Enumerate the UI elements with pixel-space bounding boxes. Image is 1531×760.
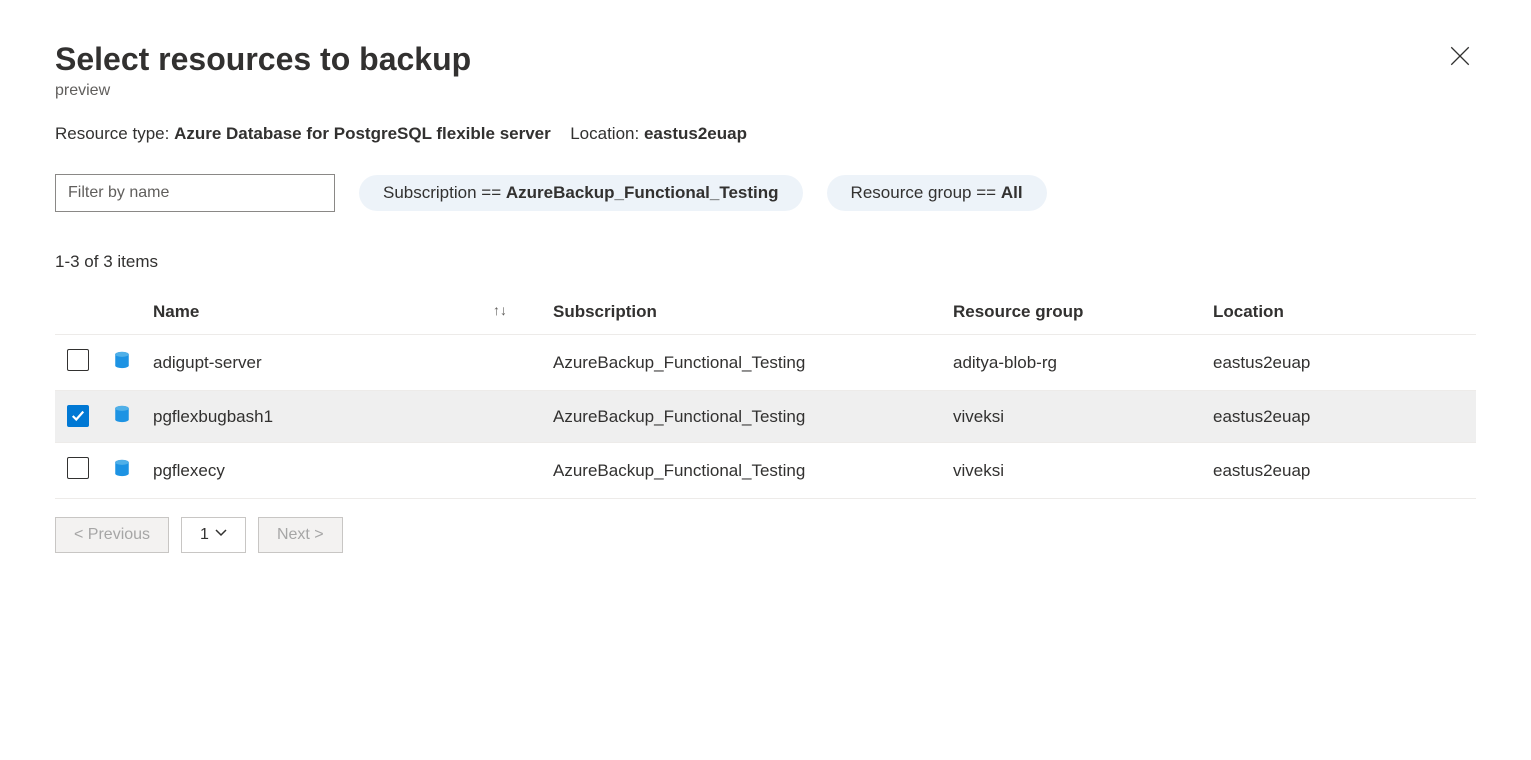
close-icon (1450, 54, 1470, 69)
row-location: eastus2euap (1205, 391, 1476, 443)
page-number: 1 (200, 526, 209, 544)
row-location: eastus2euap (1205, 443, 1476, 499)
page-title: Select resources to backup (55, 40, 471, 78)
row-name: pgflexecy (145, 443, 545, 499)
row-name: pgflexbugbash1 (145, 391, 545, 443)
column-header-icon (105, 290, 145, 335)
resource-group-filter-value: All (1001, 183, 1023, 202)
pager: < Previous 1 Next > (55, 517, 1476, 553)
database-icon (113, 351, 131, 369)
column-header-location[interactable]: Location (1205, 290, 1476, 335)
table-row[interactable]: pgflexbugbash1AzureBackup_Functional_Tes… (55, 391, 1476, 443)
subscription-filter-pill[interactable]: Subscription == AzureBackup_Functional_T… (359, 175, 803, 211)
meta-row: Resource type: Azure Database for Postgr… (55, 124, 1476, 144)
row-subscription: AzureBackup_Functional_Testing (545, 391, 945, 443)
database-icon (113, 459, 131, 477)
row-checkbox[interactable] (67, 349, 89, 371)
subscription-filter-value: AzureBackup_Functional_Testing (506, 183, 779, 202)
table-row[interactable]: pgflexecyAzureBackup_Functional_Testingv… (55, 443, 1476, 499)
row-resource-group: viveksi (945, 391, 1205, 443)
filter-name-input[interactable] (55, 174, 335, 212)
column-header-name-label: Name (153, 302, 199, 321)
row-checkbox[interactable] (67, 457, 89, 479)
table-row[interactable]: adigupt-serverAzureBackup_Functional_Tes… (55, 335, 1476, 391)
resource-group-filter-label: Resource group == (851, 183, 1001, 202)
sort-icon: ↑↓ (493, 302, 507, 318)
column-header-subscription[interactable]: Subscription (545, 290, 945, 335)
resource-group-filter-pill[interactable]: Resource group == All (827, 175, 1047, 211)
chevron-down-icon (215, 526, 227, 544)
location-label: Location: (570, 124, 639, 143)
column-header-name[interactable]: Name ↑↓ (145, 290, 545, 335)
subscription-filter-label: Subscription == (383, 183, 506, 202)
column-header-select (55, 290, 105, 335)
row-subscription: AzureBackup_Functional_Testing (545, 335, 945, 391)
previous-page-button[interactable]: < Previous (55, 517, 169, 553)
close-button[interactable] (1444, 40, 1476, 75)
row-subscription: AzureBackup_Functional_Testing (545, 443, 945, 499)
resource-type-label: Resource type: (55, 124, 169, 143)
next-page-button[interactable]: Next > (258, 517, 343, 553)
location-value: eastus2euap (644, 124, 747, 143)
resources-table: Name ↑↓ Subscription Resource group Loca… (55, 290, 1476, 499)
column-header-resource-group[interactable]: Resource group (945, 290, 1205, 335)
row-name: adigupt-server (145, 335, 545, 391)
row-resource-group: viveksi (945, 443, 1205, 499)
item-count: 1-3 of 3 items (55, 252, 1476, 272)
page-select[interactable]: 1 (181, 517, 246, 553)
row-location: eastus2euap (1205, 335, 1476, 391)
row-resource-group: aditya-blob-rg (945, 335, 1205, 391)
database-icon (113, 405, 131, 423)
resource-type-value: Azure Database for PostgreSQL flexible s… (174, 124, 551, 143)
row-checkbox[interactable] (67, 405, 89, 427)
page-subtitle: preview (55, 82, 471, 100)
